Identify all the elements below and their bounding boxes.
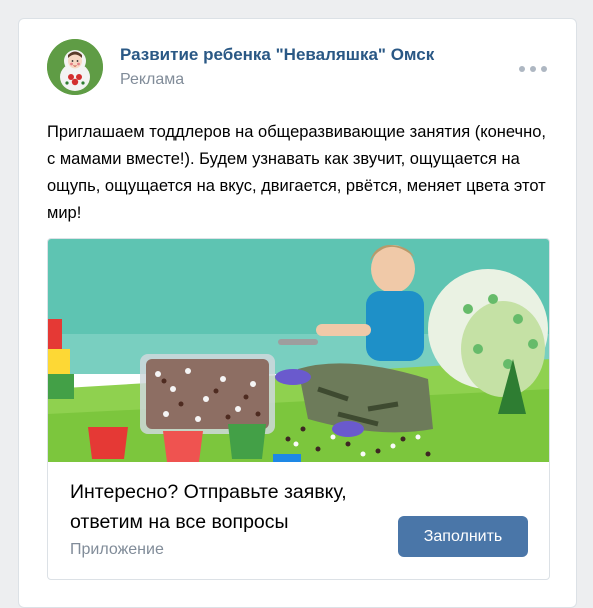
ad-attachment-card[interactable]: Интересно? Отправьте заявку, ответим на … [47, 238, 550, 580]
more-horizontal-icon[interactable] [519, 59, 547, 79]
snippet-caption: Приложение [70, 541, 164, 558]
community-name-link[interactable]: Развитие ребенка "Неваляшка" Омск [120, 45, 434, 65]
dot-icon [530, 66, 536, 72]
snippet-title: Интересно? Отправьте заявку, ответим на … [70, 481, 347, 533]
ad-post-card: Развитие ребенка "Неваляшка" Омск Реклам… [18, 18, 577, 608]
dot-icon [541, 66, 547, 72]
fill-form-button[interactable]: Заполнить [398, 516, 528, 557]
community-avatar[interactable] [47, 39, 103, 95]
ad-photo[interactable] [48, 239, 549, 462]
ad-label: Реклама [120, 71, 185, 88]
dot-icon [519, 66, 525, 72]
post-text: Приглашаем тоддлеров на общеразвивающие … [47, 123, 547, 222]
